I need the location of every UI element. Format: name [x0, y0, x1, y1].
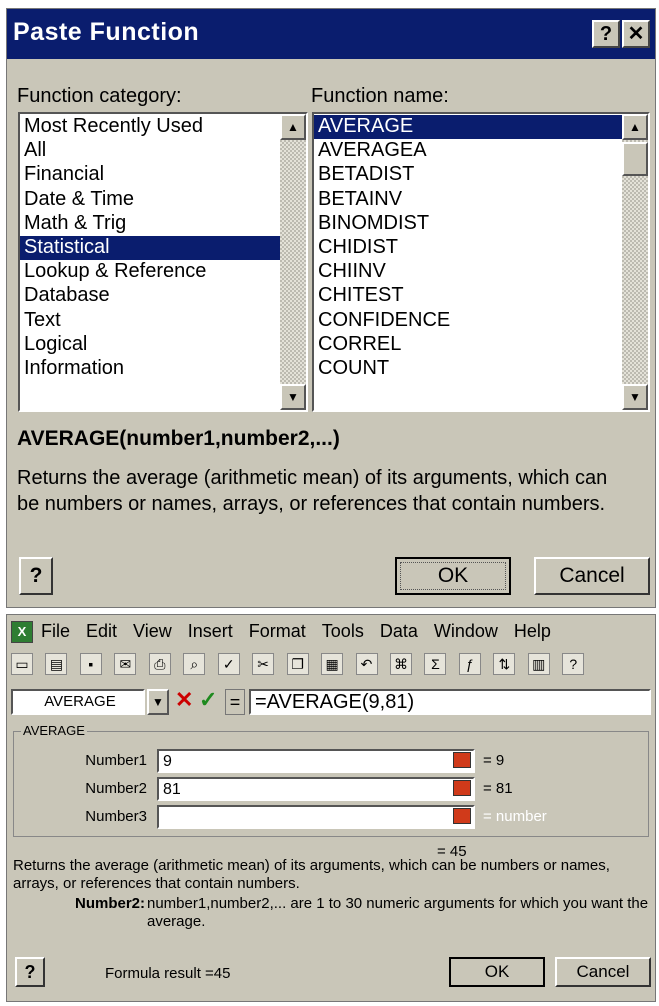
collapse-dialog-icon[interactable] [453, 808, 471, 824]
function-list-item[interactable]: COUNT [314, 357, 622, 381]
function-icon[interactable]: ƒ [458, 653, 481, 675]
argument-result: = number [483, 808, 547, 825]
function-scrollbar[interactable]: ▲ ▼ [622, 114, 648, 410]
ok-button[interactable]: OK [449, 957, 545, 987]
edit-formula-icon[interactable]: = [225, 689, 245, 715]
enter-formula-icon[interactable]: ✓ [199, 687, 217, 713]
scroll-up-icon[interactable]: ▲ [280, 114, 306, 140]
category-list-item[interactable]: Statistical [20, 235, 280, 261]
formula-result: Formula result =45 [105, 965, 231, 982]
save-icon[interactable]: ▪ [79, 653, 102, 675]
category-list-item[interactable]: Math & Trig [20, 212, 280, 236]
function-list-item[interactable]: CORREL [314, 333, 622, 357]
argument-result: = 9 [483, 752, 505, 769]
collapse-dialog-icon[interactable] [453, 780, 471, 796]
formula-palette-window: X File Edit View Insert Format Tools Data Windo… [6, 614, 656, 1002]
chart-icon[interactable]: ▥ [527, 653, 550, 675]
argument-result: = 81 [483, 780, 513, 797]
scroll-down-icon[interactable]: ▼ [280, 384, 306, 410]
function-list-item[interactable]: CHIDIST [314, 236, 622, 260]
copy-icon[interactable]: ❐ [286, 653, 309, 675]
function-list-item[interactable]: BINOMDIST [314, 212, 622, 236]
open-icon[interactable]: ▤ [45, 653, 68, 675]
category-list-item[interactable]: Lookup & Reference [20, 260, 280, 284]
autosum-icon[interactable]: Σ [424, 653, 447, 675]
name-box[interactable]: AVERAGE [11, 689, 145, 715]
menu-bar: File Edit View Insert Format Tools Data Window H… [41, 621, 567, 642]
menu-item[interactable]: Window [434, 621, 498, 641]
category-list-item[interactable]: All [20, 139, 280, 163]
menu-item[interactable]: View [133, 621, 172, 641]
help-title-button[interactable]: ? [592, 20, 620, 48]
menu-item[interactable]: Insert [188, 621, 233, 641]
function-list-item[interactable]: CONFIDENCE [314, 309, 622, 333]
menu-item[interactable]: Edit [86, 621, 117, 641]
function-list-item[interactable]: AVERAGEA [314, 139, 622, 163]
sort-icon[interactable]: ⇅ [493, 653, 516, 675]
cancel-button[interactable]: Cancel [555, 957, 651, 987]
function-description: Returns the average (arithmetic mean) of… [17, 467, 608, 515]
function-listbox[interactable]: AVERAGE AVERAGEA BETADIST BETAINV BINOMDIST C… [312, 112, 650, 412]
standard-toolbar: ▭ ▤ ▪ ✉ ⎙ ⌕ ✓ ✂ ❐ ▦ ↶ ⌘ Σ ƒ ⇅ ▥ ? [11, 653, 651, 681]
argument-input[interactable] [157, 805, 475, 829]
menu-item[interactable]: File [41, 621, 70, 641]
argument-label: Number3 [85, 808, 147, 825]
cancel-button[interactable]: Cancel [534, 557, 650, 595]
function-name-label: Function name: [311, 85, 449, 107]
cut-icon[interactable]: ✂ [252, 653, 275, 675]
function-description: Returns the average (arithmetic mean) of… [13, 857, 610, 892]
category-list-item[interactable]: Financial [20, 163, 280, 187]
excel-logo-icon: X [11, 621, 33, 643]
formula-input[interactable]: =AVERAGE(9,81) [249, 689, 651, 715]
function-signature: AVERAGE(number1,number2,...) [17, 427, 340, 450]
category-list-item[interactable]: Information [20, 357, 280, 381]
category-list-item[interactable]: Database [20, 284, 280, 308]
argument-label: Number1 [85, 752, 147, 769]
category-list-item[interactable]: Date & Time [20, 188, 280, 212]
spelling-icon[interactable]: ✓ [217, 653, 240, 675]
argument-help: number1,number2,... are 1 to 30 numeric … [147, 895, 649, 930]
paste-function-dialog: Paste Function ? ✕ Function category: Fu… [6, 8, 656, 608]
new-icon[interactable]: ▭ [11, 653, 33, 675]
menu-item[interactable]: Tools [322, 621, 364, 641]
collapse-dialog-icon[interactable] [453, 752, 471, 768]
email-icon[interactable]: ✉ [114, 653, 137, 675]
paste-icon[interactable]: ▦ [321, 653, 344, 675]
function-category-label: Function category: [17, 85, 182, 107]
print-preview-icon[interactable]: ⌕ [183, 653, 206, 675]
help-button[interactable]: ? [19, 557, 53, 595]
function-list-item[interactable]: CHITEST [314, 284, 622, 308]
category-listbox[interactable]: Most Recently Used All Financial Date & Tim… [18, 112, 308, 412]
argument-input[interactable]: 9 [157, 749, 475, 773]
menu-item[interactable]: Format [249, 621, 306, 641]
category-scrollbar[interactable]: ▲ ▼ [280, 114, 306, 410]
ok-button[interactable]: OK [395, 557, 511, 595]
category-list-item[interactable]: Logical [20, 333, 280, 357]
category-list-item[interactable]: Text [20, 309, 280, 333]
function-list-item[interactable]: BETAINV [314, 188, 622, 212]
scroll-up-icon[interactable]: ▲ [622, 114, 648, 140]
name-box-dropdown-icon[interactable]: ▼ [147, 689, 169, 715]
dialog-title: Paste Function [13, 18, 200, 46]
help-icon[interactable]: ? [562, 653, 585, 675]
argument-label: Number2 [85, 780, 147, 797]
cancel-formula-icon[interactable]: ✕ [175, 687, 193, 713]
function-list-item[interactable]: AVERAGE [314, 115, 622, 140]
scroll-down-icon[interactable]: ▼ [622, 384, 648, 410]
print-icon[interactable]: ⎙ [148, 653, 171, 675]
function-list-item[interactable]: BETADIST [314, 163, 622, 187]
help-button[interactable]: ? [15, 957, 45, 987]
hyperlink-icon[interactable]: ⌘ [389, 653, 412, 675]
undo-icon[interactable]: ↶ [355, 653, 378, 675]
scroll-thumb[interactable] [622, 142, 648, 176]
argument-input[interactable]: 81 [157, 777, 475, 801]
function-list-item[interactable]: CHIINV [314, 260, 622, 284]
argument-help-label: Number2: [75, 895, 146, 912]
menu-item[interactable]: Data [380, 621, 418, 641]
category-list-item[interactable]: Most Recently Used [20, 115, 280, 139]
close-button[interactable]: ✕ [622, 20, 650, 48]
menu-item[interactable]: Help [514, 621, 551, 641]
group-title: AVERAGE [21, 723, 87, 738]
